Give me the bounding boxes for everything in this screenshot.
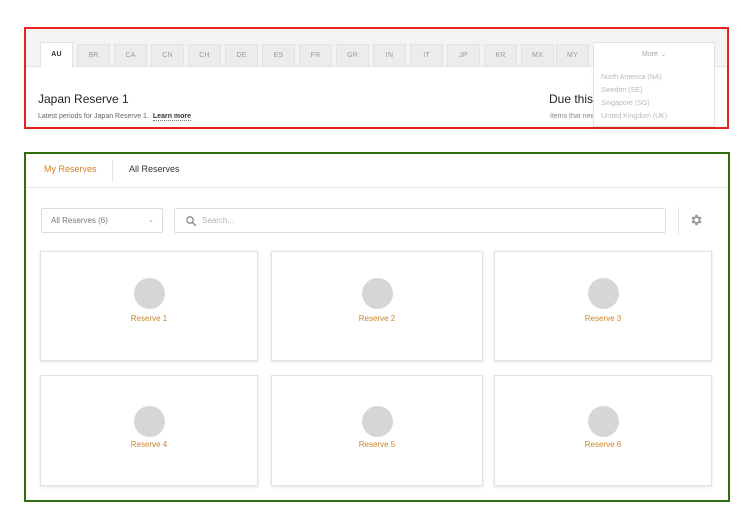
reserve-card-label: Reserve 4 (130, 440, 168, 449)
reserve-card-label: Reserve 5 (358, 440, 396, 449)
reserve-avatar (362, 406, 393, 437)
more-label: More (642, 51, 658, 58)
reserve-subtitle-text: Latest periods for Japan Reserve 1. (38, 113, 149, 120)
tab-country-es[interactable]: ES (262, 44, 295, 66)
tab-country-mx[interactable]: MX (521, 44, 554, 66)
reserve-card-2[interactable]: Reserve 2 (271, 251, 483, 361)
reserve-avatar (134, 278, 165, 309)
tab-my-reserves[interactable]: My Reserves (44, 164, 97, 174)
reserves-view-tabs: My Reserves All Reserves (26, 154, 728, 188)
menu-item-north-america[interactable]: North America (NA) (594, 71, 714, 84)
tab-country-cn[interactable]: CN (151, 44, 184, 66)
reserve-card-label: Reserve 3 (584, 314, 622, 323)
tab-country-br[interactable]: BR (77, 44, 110, 66)
more-countries-menu: North America (NA) Sweden (SE) Singapore… (593, 67, 715, 127)
reserve-avatar (134, 406, 165, 437)
tab-country-gr[interactable]: GR (336, 44, 369, 66)
reserve-title: Japan Reserve 1 (38, 92, 129, 106)
learn-more-link[interactable]: Learn more (152, 113, 192, 121)
reserve-avatar (588, 406, 619, 437)
search-icon (186, 216, 197, 227)
search-box[interactable] (174, 208, 666, 233)
reserve-card-4[interactable]: Reserve 4 (40, 375, 258, 486)
country-reserve-panel: AU BR CA CN CH DE ES FR GR IN IT JP KR M… (24, 27, 729, 129)
tab-country-de[interactable]: DE (225, 44, 258, 66)
reserve-filter-select[interactable]: All Reserves (6) ⌄ (41, 208, 163, 233)
tab-country-jp[interactable]: JP (447, 44, 480, 66)
menu-item-sweden[interactable]: Sweden (SE) (594, 84, 714, 97)
reserve-avatar (362, 278, 393, 309)
tab-divider (112, 160, 113, 182)
tab-country-kr[interactable]: KR (484, 44, 517, 66)
tab-country-my[interactable]: MY (556, 44, 589, 66)
reserve-card-label: Reserve 1 (130, 314, 168, 323)
tab-all-reserves[interactable]: All Reserves (129, 164, 180, 174)
reserve-avatar (588, 278, 619, 309)
reserve-card-5[interactable]: Reserve 5 (271, 375, 483, 486)
reserves-panel: My Reserves All Reserves All Reserves (6… (24, 152, 730, 502)
menu-item-singapore[interactable]: Singapore (SG) (594, 97, 714, 110)
menu-item-united-kingdom[interactable]: United Kingdom (UK) (594, 110, 714, 123)
tab-country-fr[interactable]: FR (299, 44, 332, 66)
tab-country-in[interactable]: IN (373, 44, 406, 66)
tab-country-ch[interactable]: CH (188, 44, 221, 66)
chevron-down-icon: ⌄ (660, 52, 666, 58)
filter-selected-value: All Reserves (6) (51, 216, 108, 225)
chevron-down-icon: ⌄ (148, 217, 154, 224)
reserve-card-label: Reserve 2 (358, 314, 396, 323)
due-subtitle: Items that need (550, 113, 593, 120)
tab-country-it[interactable]: IT (410, 44, 443, 66)
settings-divider (678, 207, 679, 234)
due-title: Due this (549, 92, 593, 106)
gear-icon[interactable] (689, 213, 703, 227)
reserve-card-1[interactable]: Reserve 1 (40, 251, 258, 361)
search-input[interactable] (202, 212, 642, 229)
reserve-subtitle: Latest periods for Japan Reserve 1. Learn… (38, 113, 192, 121)
more-countries-button[interactable]: More ⌄ (593, 42, 715, 67)
tab-country-au[interactable]: AU (40, 42, 73, 67)
country-tab-strip: AU BR CA CN CH DE ES FR GR IN IT JP KR M… (26, 29, 727, 67)
reserve-card-3[interactable]: Reserve 3 (494, 251, 712, 361)
reserve-card-6[interactable]: Reserve 6 (494, 375, 712, 486)
tab-country-ca[interactable]: CA (114, 44, 147, 66)
reserve-card-label: Reserve 6 (584, 440, 622, 449)
